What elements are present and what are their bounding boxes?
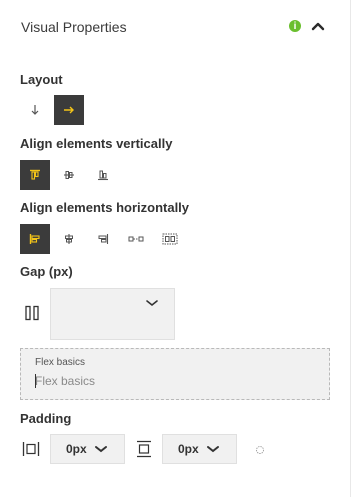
- layout-vertical-button[interactable]: [20, 95, 50, 125]
- space-between-icon: [128, 236, 144, 242]
- align-top-icon: [30, 169, 40, 180]
- padding-vertical-select[interactable]: 0px: [162, 434, 237, 464]
- link-toggle-icon[interactable]: [255, 445, 265, 455]
- padding-label: Padding: [20, 411, 72, 426]
- align-center-button[interactable]: [54, 224, 84, 254]
- chevron-down-icon: [146, 300, 158, 307]
- padding-vertical-icon: [137, 440, 151, 458]
- chevron-down-icon: [207, 446, 219, 453]
- align-left-icon: [29, 234, 40, 244]
- padding-horizontal-value: 0px: [66, 442, 87, 456]
- space-around-icon: [162, 233, 178, 245]
- align-bottom-button[interactable]: [88, 160, 118, 190]
- align-left-button[interactable]: [20, 224, 50, 254]
- chevron-down-icon: [95, 446, 107, 453]
- gap-select[interactable]: [50, 288, 175, 340]
- gap-columns-icon: [25, 305, 39, 321]
- info-circle-icon[interactable]: i: [289, 20, 301, 32]
- chevron-up-icon[interactable]: [310, 18, 326, 34]
- align-top-button[interactable]: [20, 160, 50, 190]
- align-center-icon: [65, 234, 73, 244]
- padding-horizontal-select[interactable]: 0px: [50, 434, 125, 464]
- align-middle-button[interactable]: [54, 160, 84, 190]
- space-between-button[interactable]: [121, 224, 151, 254]
- flex-basics-field[interactable]: Flex basics: [20, 348, 330, 400]
- layout-horizontal-button[interactable]: [54, 95, 84, 125]
- padding-horizontal-icon: [22, 442, 40, 456]
- align-right-button[interactable]: [88, 224, 118, 254]
- space-around-button[interactable]: [155, 224, 185, 254]
- align-horizontal-label: Align elements horizontally: [20, 200, 190, 215]
- panel-header[interactable]: Visual Properties i: [21, 17, 331, 37]
- layout-label: Layout: [20, 72, 63, 87]
- visual-properties-panel: Visual Properties i Layout Align element…: [0, 0, 351, 497]
- align-bottom-icon: [98, 170, 108, 181]
- align-middle-icon: [64, 171, 74, 179]
- align-vertical-label: Align elements vertically: [20, 136, 173, 151]
- gap-label: Gap (px): [20, 264, 73, 279]
- arrow-down-icon: [31, 105, 39, 115]
- text-cursor: [35, 374, 36, 388]
- padding-vertical-value: 0px: [178, 442, 199, 456]
- align-right-icon: [98, 234, 109, 244]
- panel-title: Visual Properties: [21, 19, 127, 35]
- flex-basics-input[interactable]: [35, 372, 315, 390]
- arrow-right-icon: [64, 106, 74, 114]
- flex-basics-label: Flex basics: [35, 357, 86, 368]
